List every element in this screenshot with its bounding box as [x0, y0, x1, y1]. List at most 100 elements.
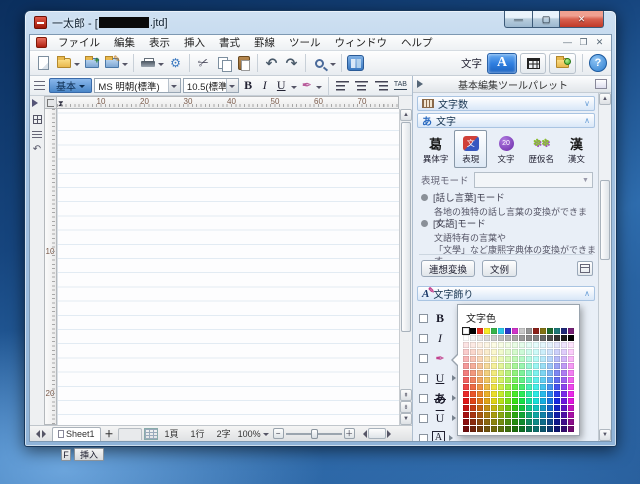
color-swatch[interactable]: [463, 419, 469, 425]
color-swatch[interactable]: [470, 328, 476, 334]
print-button[interactable]: [138, 53, 157, 73]
color-swatch[interactable]: [561, 419, 567, 425]
new-document-button[interactable]: [34, 53, 53, 73]
insert-parts-button[interactable]: [549, 53, 576, 74]
scroll-up-button[interactable]: ▲: [400, 109, 412, 121]
color-swatch[interactable]: [540, 419, 546, 425]
color-swatch[interactable]: [491, 391, 497, 397]
color-swatch[interactable]: [554, 412, 560, 418]
color-swatch[interactable]: [505, 419, 511, 425]
color-swatch[interactable]: [533, 405, 539, 411]
underline-dropdown[interactable]: [291, 86, 297, 92]
color-swatch[interactable]: [554, 426, 560, 432]
color-swatch[interactable]: [533, 377, 539, 383]
color-swatch[interactable]: [491, 377, 497, 383]
color-swatch[interactable]: [484, 426, 490, 432]
color-swatch[interactable]: [540, 370, 546, 376]
color-swatch[interactable]: [533, 363, 539, 369]
insert-mode-button[interactable]: 挿入: [74, 448, 104, 461]
color-swatch[interactable]: [554, 377, 560, 383]
align-center-button[interactable]: [353, 76, 370, 96]
toolbar-menu-button[interactable]: [33, 76, 47, 96]
color-swatch[interactable]: [540, 405, 546, 411]
color-swatch[interactable]: [491, 363, 497, 369]
color-swatch[interactable]: [568, 426, 574, 432]
color-swatch[interactable]: [470, 412, 476, 418]
zoom-out-button[interactable]: −: [273, 428, 284, 439]
color-swatch[interactable]: [477, 356, 483, 362]
color-swatch[interactable]: [533, 398, 539, 404]
color-swatch[interactable]: [484, 356, 490, 362]
deco-item-underline[interactable]: U: [419, 368, 459, 388]
color-swatch[interactable]: [505, 398, 511, 404]
color-swatch[interactable]: [519, 349, 525, 355]
color-swatch[interactable]: [547, 356, 553, 362]
checkbox[interactable]: [419, 414, 428, 423]
menu-item-5[interactable]: 罫線: [247, 35, 282, 50]
deco-item-bold[interactable]: B: [419, 308, 448, 328]
color-swatch[interactable]: [561, 335, 567, 341]
color-swatch[interactable]: [477, 370, 483, 376]
color-swatch[interactable]: [519, 412, 525, 418]
color-swatch[interactable]: [526, 363, 532, 369]
chevron-up-icon[interactable]: ∧: [584, 289, 590, 298]
color-swatch[interactable]: [470, 384, 476, 390]
font-name-combo[interactable]: MS 明朝(標準): [94, 78, 180, 93]
color-swatch[interactable]: [533, 370, 539, 376]
undo-button[interactable]: ↶: [262, 53, 281, 73]
color-swatch[interactable]: [484, 335, 490, 341]
font-size-combo[interactable]: 10.5(標準): [183, 78, 239, 93]
color-swatch[interactable]: [484, 328, 490, 334]
color-swatch[interactable]: [526, 328, 532, 334]
color-swatch[interactable]: [540, 391, 546, 397]
color-swatch[interactable]: [463, 356, 469, 362]
color-swatch[interactable]: [533, 391, 539, 397]
scroll-up-button[interactable]: ▲: [599, 93, 611, 105]
dialog-launcher-button[interactable]: [577, 261, 593, 276]
minimize-button[interactable]: —: [504, 11, 533, 28]
zoom-slider-thumb[interactable]: [311, 429, 318, 439]
color-swatch[interactable]: [533, 384, 539, 390]
color-swatch[interactable]: [512, 349, 518, 355]
color-swatch[interactable]: [568, 419, 574, 425]
color-swatch[interactable]: [533, 356, 539, 362]
color-swatch[interactable]: [505, 412, 511, 418]
color-swatch[interactable]: [477, 384, 483, 390]
italic-button[interactable]: I: [257, 78, 272, 94]
search-button[interactable]: [310, 53, 329, 73]
checkbox[interactable]: [419, 394, 428, 403]
color-swatch[interactable]: [498, 342, 504, 348]
align-left-button[interactable]: [334, 76, 351, 96]
color-swatch[interactable]: [512, 335, 518, 341]
open-dropdown[interactable]: [74, 63, 80, 69]
cut-button[interactable]: ✂: [194, 53, 213, 73]
close-button[interactable]: ✕: [560, 11, 604, 28]
color-swatch[interactable]: [463, 405, 469, 411]
color-swatch[interactable]: [540, 377, 546, 383]
color-swatch[interactable]: [498, 412, 504, 418]
search-dropdown[interactable]: [330, 63, 336, 69]
color-swatch[interactable]: [498, 335, 504, 341]
table-palette-button[interactable]: [520, 53, 546, 74]
sheet-grid-icon[interactable]: [33, 115, 42, 124]
menu-item-1[interactable]: 編集: [107, 35, 142, 50]
color-swatch[interactable]: [512, 370, 518, 376]
color-swatch[interactable]: [491, 419, 497, 425]
color-swatch[interactable]: [470, 356, 476, 362]
parts-button[interactable]: [346, 53, 365, 73]
checkbox[interactable]: [419, 334, 428, 343]
menu-item-0[interactable]: ファイル: [51, 35, 107, 50]
color-swatch[interactable]: [512, 377, 518, 383]
color-swatch[interactable]: [463, 328, 469, 334]
title-bar[interactable]: 一太郎 - [.jtd] — ▢ ✕: [25, 11, 616, 34]
color-swatch[interactable]: [491, 342, 497, 348]
chevron-down-icon[interactable]: ∨: [584, 99, 590, 108]
color-swatch[interactable]: [477, 391, 483, 397]
color-swatch[interactable]: [554, 363, 560, 369]
checkbox[interactable]: [419, 314, 428, 323]
color-swatch[interactable]: [526, 356, 532, 362]
font-color-button[interactable]: ✒: [300, 78, 315, 94]
color-swatch[interactable]: [477, 363, 483, 369]
color-swatch[interactable]: [498, 356, 504, 362]
menu-item-4[interactable]: 書式: [212, 35, 247, 50]
